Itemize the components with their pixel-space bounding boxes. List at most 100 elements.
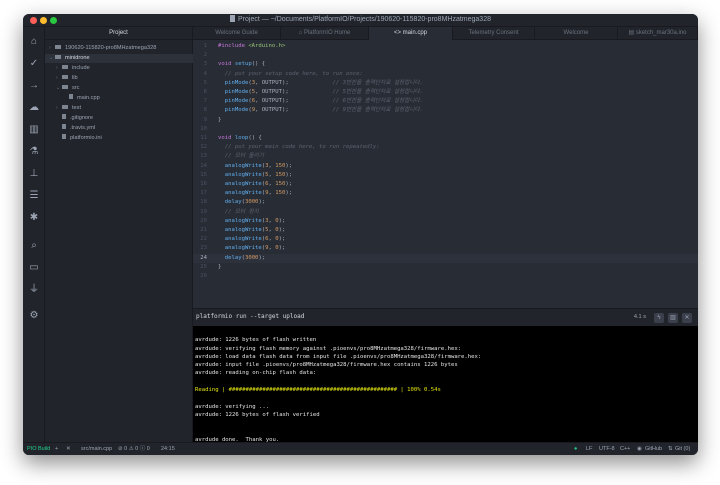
cloud-upload-icon[interactable]: ☁ xyxy=(27,101,41,115)
code-editor[interactable]: 1 #include <Arduino.h> 2 3 void setup() {4 /… xyxy=(193,40,698,308)
grammar-selector[interactable]: C++ xyxy=(620,443,630,455)
tab-welcome-guide[interactable]: Welcome Guide xyxy=(193,27,281,40)
code-line[interactable]: 25} xyxy=(193,263,698,272)
line-number: 8 xyxy=(203,107,207,114)
arrow-right-icon[interactable]: → xyxy=(27,79,41,93)
platformio-toolbar: ⌂ ✓ → ☁ ▥ ⚗ ⊥ ☰ ✱ ⌕ ▭ ⏚ ⚙ xyxy=(23,27,45,442)
code-line[interactable]: 10 xyxy=(193,125,698,134)
code-line[interactable]: 12 // put your main code here, to run re… xyxy=(193,143,698,152)
tree-item-label: test xyxy=(72,105,82,111)
code-line[interactable]: 7 pinMode(6, OUTPUT); // 6번핀을 출력단자로 설정합니… xyxy=(193,97,698,106)
code-line[interactable]: 18 delay(3000); xyxy=(193,198,698,207)
status-file-path[interactable]: src/main.cpp xyxy=(81,443,112,455)
code-line[interactable]: 3 void setup() { xyxy=(193,60,698,69)
trash-icon[interactable]: ▥ xyxy=(27,123,41,137)
code-line[interactable]: 23 analogWrite(9, 0); xyxy=(193,244,698,253)
pio-build-button[interactable]: PIO Build xyxy=(27,443,50,455)
terminal-line: avrdude: verifying flash memory against … xyxy=(195,345,462,352)
terminal-output[interactable]: avrdude: 1226 bytes of flash written avrd… xyxy=(193,326,698,442)
line-number: 13 xyxy=(200,153,207,160)
tab-sketch-ino[interactable]: ▤ sketch_mar30a.ino xyxy=(618,27,698,40)
terminal-icon[interactable]: ▭ xyxy=(27,261,41,275)
line-number: 7 xyxy=(203,98,207,105)
folder-icon xyxy=(62,75,68,79)
code-line[interactable]: 13 // 모터 돌리기 xyxy=(193,152,698,161)
close-panel-icon[interactable]: ✕ xyxy=(682,313,692,323)
cursor-position[interactable]: 24:15 xyxy=(161,443,175,455)
lightning-icon[interactable]: ϟ xyxy=(654,313,664,323)
code-token: pinMode xyxy=(218,79,249,86)
code-line[interactable]: 17 analogWrite(9, 150); xyxy=(193,189,698,198)
code-token: pinMode xyxy=(218,89,249,95)
code-line[interactable]: 20 analogWrite(3, 0); xyxy=(193,217,698,226)
code-line[interactable]: 9} xyxy=(193,116,698,125)
github-button[interactable]: GitHub xyxy=(645,443,662,455)
terminal-line: avrdude: 1226 bytes of flash written xyxy=(195,337,317,344)
tree-file[interactable]: platformio.ini xyxy=(45,134,193,143)
gear-icon[interactable]: ⚙ xyxy=(27,309,41,323)
flask-icon[interactable]: ⚗ xyxy=(27,145,41,159)
code-line[interactable]: 26 xyxy=(193,272,698,281)
code-token: analogWrite xyxy=(218,217,262,224)
tree-item-label: src xyxy=(72,85,80,91)
code-line[interactable]: 24 delay(3000); xyxy=(193,253,698,263)
file-icon xyxy=(62,134,66,139)
code-line[interactable]: 2 xyxy=(193,51,698,60)
code-token: ); xyxy=(285,162,293,169)
line-number: 26 xyxy=(200,273,207,279)
trash-icon[interactable]: ▥ xyxy=(668,313,678,323)
code-line[interactable]: 14 analogWrite(3, 150); xyxy=(193,162,698,171)
home-icon[interactable]: ⌂ xyxy=(27,35,41,49)
tree-folder[interactable]: › 190620-115820-pro8MHzatmega328 xyxy=(45,44,193,53)
code-line[interactable]: 4 // put your setup code here, to run on… xyxy=(193,70,698,79)
plug-icon[interactable]: ⏚ xyxy=(27,283,41,297)
tab-project[interactable]: Project xyxy=(45,27,193,40)
tree-folder[interactable]: ⌄ src xyxy=(45,84,193,93)
code-line[interactable]: 6 pinMode(5, OUTPUT); // 5번핀을 출력단자로 설정합니… xyxy=(193,88,698,97)
code-line[interactable]: 5 pinMode(3, OUTPUT); // 3번핀을 출력단자로 설정합니… xyxy=(193,79,698,88)
tab-main-cpp[interactable]: <> main.cpp xyxy=(369,27,453,40)
code-token: analogWrite xyxy=(218,190,262,197)
add-terminal-icon[interactable]: + xyxy=(55,443,58,455)
code-line[interactable]: 22 analogWrite(6, 0); xyxy=(193,235,698,244)
code-line[interactable]: 1 #include <Arduino.h> xyxy=(193,42,698,51)
code-token: analogWrite xyxy=(218,162,262,169)
folder-icon xyxy=(55,45,61,49)
tree-file[interactable]: main.cpp xyxy=(45,94,193,103)
tree-folder[interactable]: › test xyxy=(45,104,193,113)
tab-welcome[interactable]: Welcome xyxy=(535,27,618,40)
check-icon[interactable]: ✓ xyxy=(27,57,41,71)
bug-icon[interactable]: ✱ xyxy=(27,211,41,225)
code-line[interactable]: 21 analogWrite(5, 0); xyxy=(193,226,698,235)
code-token: () { xyxy=(251,61,266,68)
code-line[interactable]: 19 // 모터 정지 xyxy=(193,208,698,217)
git-button[interactable]: Git (0) xyxy=(675,443,690,455)
git-icon[interactable]: ⇅ xyxy=(668,443,673,455)
tab-telemetry-consent[interactable]: Telemetry Consent xyxy=(453,27,535,40)
code-file-icon: <> xyxy=(393,30,403,36)
code-token: , OUTPUT); xyxy=(255,98,333,105)
code-line[interactable]: 15 analogWrite(5, 150); xyxy=(193,171,698,180)
code-token: ); xyxy=(278,236,286,243)
tree-file[interactable]: .gitignore xyxy=(45,114,193,123)
code-line[interactable]: 16 analogWrite(6, 150); xyxy=(193,180,698,189)
line-ending[interactable]: LF xyxy=(586,443,592,455)
github-icon[interactable]: ◉ xyxy=(637,443,642,455)
terminal-command: platformio run --target upload xyxy=(196,313,305,320)
close-terminal-icon[interactable]: ✕ xyxy=(66,443,71,455)
file-icon xyxy=(69,94,73,99)
tree-folder[interactable]: › include xyxy=(45,64,193,73)
anvil-icon[interactable]: ⊥ xyxy=(27,167,41,181)
checklist-icon[interactable]: ☰ xyxy=(27,189,41,203)
tab-platformio-home[interactable]: ⌂ PlatformIO Home xyxy=(281,27,369,40)
code-token: analogWrite xyxy=(218,171,262,178)
tree-folder[interactable]: › lib xyxy=(45,74,193,83)
code-line[interactable]: 11 void loop() { xyxy=(193,134,698,143)
code-line[interactable]: 8 pinMode(9, OUTPUT); // 9번핀을 출력단자로 설정합니… xyxy=(193,106,698,115)
file-encoding[interactable]: UTF-8 xyxy=(599,443,615,455)
tree-folder[interactable]: ⌄ minidrone xyxy=(45,54,193,63)
diagnostics-counter[interactable]: ⊘ 0 ⚠ 0 ⓘ 0 xyxy=(118,443,150,455)
search-icon[interactable]: ⌕ xyxy=(27,239,41,253)
tree-file[interactable]: .travis.yml xyxy=(45,124,193,133)
